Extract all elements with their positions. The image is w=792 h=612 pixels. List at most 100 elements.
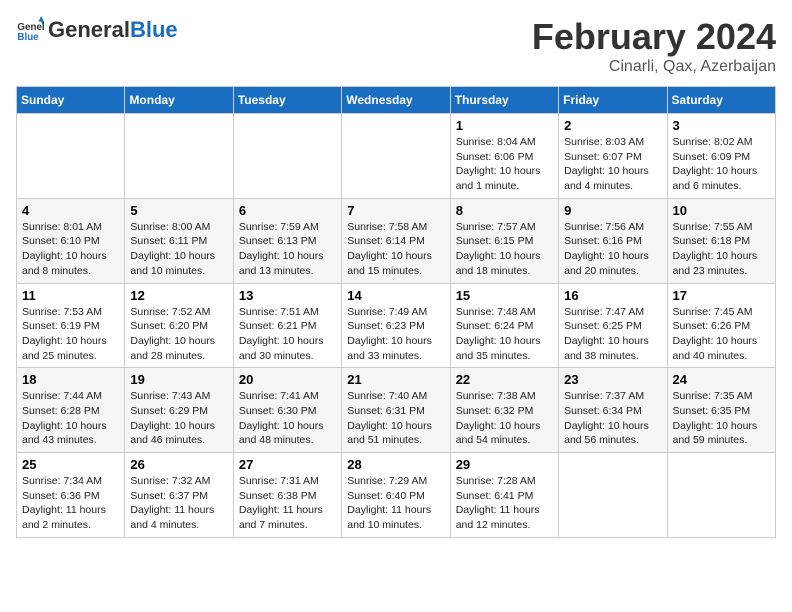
day-number: 26: [130, 457, 227, 472]
day-info: Sunrise: 7:53 AMSunset: 6:19 PMDaylight:…: [22, 305, 119, 364]
day-number: 6: [239, 203, 336, 218]
calendar-week-row: 4 Sunrise: 8:01 AMSunset: 6:10 PMDaylight…: [17, 198, 776, 283]
calendar-cell: 7Sunrise: 7:58 AMSunset: 6:14 PMDaylight…: [342, 198, 450, 283]
main-title: February 2024: [532, 16, 776, 58]
day-info: Sunrise: 7:34 AMSunset: 6:36 PMDaylight:…: [22, 474, 119, 533]
day-info: Sunrise: 7:47 AMSunset: 6:25 PMDaylight:…: [564, 305, 661, 364]
day-number: 21: [347, 372, 444, 387]
day-info: Sunrise: 8:03 AMSunset: 6:07 PMDaylight:…: [564, 135, 661, 194]
day-info: Sunrise: 7:38 AMSunset: 6:32 PMDaylight:…: [456, 389, 553, 448]
calendar-cell: 4 Sunrise: 8:01 AMSunset: 6:10 PMDaylight…: [17, 198, 125, 283]
day-info: Sunrise: 7:28 AMSunset: 6:41 PMDaylight:…: [456, 474, 553, 533]
day-info: Sunrise: 7:59 AMSunset: 6:13 PMDaylight:…: [239, 220, 336, 279]
calendar-cell: 12 Sunrise: 7:52 AMSunset: 6:20 PMDayligh…: [125, 283, 233, 368]
day-info: Sunrise: 7:43 AMSunset: 6:29 PMDaylight:…: [130, 389, 227, 448]
day-number: 23: [564, 372, 661, 387]
calendar-cell: 22 Sunrise: 7:38 AMSunset: 6:32 PMDayligh…: [450, 368, 558, 453]
calendar-cell: 26 Sunrise: 7:32 AMSunset: 6:37 PMDayligh…: [125, 453, 233, 538]
calendar-cell: [233, 114, 341, 199]
calendar-cell: 14 Sunrise: 7:49 AMSunset: 6:23 PMDayligh…: [342, 283, 450, 368]
day-number: 18: [22, 372, 119, 387]
calendar-cell: 28 Sunrise: 7:29 AMSunset: 6:40 PMDayligh…: [342, 453, 450, 538]
day-number: 22: [456, 372, 553, 387]
calendar-cell: [125, 114, 233, 199]
day-number: 14: [347, 288, 444, 303]
day-info: Sunrise: 7:37 AMSunset: 6:34 PMDaylight:…: [564, 389, 661, 448]
calendar-cell: 25 Sunrise: 7:34 AMSunset: 6:36 PMDayligh…: [17, 453, 125, 538]
day-number: 28: [347, 457, 444, 472]
day-info: Sunrise: 7:44 AMSunset: 6:28 PMDaylight:…: [22, 389, 119, 448]
day-number: 8: [456, 203, 553, 218]
day-info: Sunrise: 7:29 AMSunset: 6:40 PMDaylight:…: [347, 474, 444, 533]
calendar-cell: 1Sunrise: 8:04 AMSunset: 6:06 PMDaylight…: [450, 114, 558, 199]
day-info: Sunrise: 8:01 AMSunset: 6:10 PMDaylight:…: [22, 220, 119, 279]
calendar-cell: 5Sunrise: 8:00 AMSunset: 6:11 PMDaylight…: [125, 198, 233, 283]
calendar-cell: 18 Sunrise: 7:44 AMSunset: 6:28 PMDayligh…: [17, 368, 125, 453]
day-number: 3: [673, 118, 770, 133]
day-number: 17: [673, 288, 770, 303]
day-header: Wednesday: [342, 87, 450, 114]
calendar-cell: 3 Sunrise: 8:02 AMSunset: 6:09 PMDaylight…: [667, 114, 775, 199]
day-info: Sunrise: 7:49 AMSunset: 6:23 PMDaylight:…: [347, 305, 444, 364]
subtitle: Cinarli, Qax, Azerbaijan: [532, 58, 776, 76]
day-info: Sunrise: 7:35 AMSunset: 6:35 PMDaylight:…: [673, 389, 770, 448]
calendar-cell: 21 Sunrise: 7:40 AMSunset: 6:31 PMDayligh…: [342, 368, 450, 453]
calendar-cell: 17 Sunrise: 7:45 AMSunset: 6:26 PMDayligh…: [667, 283, 775, 368]
day-number: 4: [22, 203, 119, 218]
calendar-cell: 10Sunrise: 7:55 AMSunset: 6:18 PMDayligh…: [667, 198, 775, 283]
day-info: Sunrise: 7:45 AMSunset: 6:26 PMDaylight:…: [673, 305, 770, 364]
day-number: 2: [564, 118, 661, 133]
svg-text:Blue: Blue: [17, 32, 39, 43]
day-info: Sunrise: 7:51 AMSunset: 6:21 PMDaylight:…: [239, 305, 336, 364]
calendar-cell: 9Sunrise: 7:56 AMSunset: 6:16 PMDaylight…: [559, 198, 667, 283]
calendar-cell: 23 Sunrise: 7:37 AMSunset: 6:34 PMDayligh…: [559, 368, 667, 453]
day-number: 19: [130, 372, 227, 387]
day-info: Sunrise: 8:04 AMSunset: 6:06 PMDaylight:…: [456, 135, 553, 194]
calendar-week-row: 18 Sunrise: 7:44 AMSunset: 6:28 PMDayligh…: [17, 368, 776, 453]
day-info: Sunrise: 7:56 AMSunset: 6:16 PMDaylight:…: [564, 220, 661, 279]
calendar-header-row: SundayMondayTuesdayWednesdayThursdayFrid…: [17, 87, 776, 114]
day-info: Sunrise: 7:32 AMSunset: 6:37 PMDaylight:…: [130, 474, 227, 533]
calendar-body: 1Sunrise: 8:04 AMSunset: 6:06 PMDaylight…: [17, 114, 776, 538]
day-info: Sunrise: 7:40 AMSunset: 6:31 PMDaylight:…: [347, 389, 444, 448]
title-block: February 2024 Cinarli, Qax, Azerbaijan: [532, 16, 776, 76]
day-number: 5: [130, 203, 227, 218]
day-number: 13: [239, 288, 336, 303]
calendar-cell: 27 Sunrise: 7:31 AMSunset: 6:38 PMDayligh…: [233, 453, 341, 538]
day-header: Thursday: [450, 87, 558, 114]
day-number: 29: [456, 457, 553, 472]
calendar-cell: 24 Sunrise: 7:35 AMSunset: 6:35 PMDayligh…: [667, 368, 775, 453]
calendar-cell: 6 Sunrise: 7:59 AMSunset: 6:13 PMDaylight…: [233, 198, 341, 283]
logo-icon: General Blue: [16, 16, 44, 44]
calendar-cell: 2 Sunrise: 8:03 AMSunset: 6:07 PMDaylight…: [559, 114, 667, 199]
calendar-cell: 11Sunrise: 7:53 AMSunset: 6:19 PMDayligh…: [17, 283, 125, 368]
calendar-cell: 19 Sunrise: 7:43 AMSunset: 6:29 PMDayligh…: [125, 368, 233, 453]
day-number: 20: [239, 372, 336, 387]
day-info: Sunrise: 7:31 AMSunset: 6:38 PMDaylight:…: [239, 474, 336, 533]
day-header: Friday: [559, 87, 667, 114]
day-header: Tuesday: [233, 87, 341, 114]
day-number: 15: [456, 288, 553, 303]
calendar-week-row: 11Sunrise: 7:53 AMSunset: 6:19 PMDayligh…: [17, 283, 776, 368]
calendar-cell: [342, 114, 450, 199]
calendar-cell: 20Sunrise: 7:41 AMSunset: 6:30 PMDayligh…: [233, 368, 341, 453]
day-info: Sunrise: 7:57 AMSunset: 6:15 PMDaylight:…: [456, 220, 553, 279]
day-info: Sunrise: 7:55 AMSunset: 6:18 PMDaylight:…: [673, 220, 770, 279]
calendar-cell: 15 Sunrise: 7:48 AMSunset: 6:24 PMDayligh…: [450, 283, 558, 368]
calendar-week-row: 1Sunrise: 8:04 AMSunset: 6:06 PMDaylight…: [17, 114, 776, 199]
day-info: Sunrise: 8:02 AMSunset: 6:09 PMDaylight:…: [673, 135, 770, 194]
calendar-cell: [17, 114, 125, 199]
calendar-table: SundayMondayTuesdayWednesdayThursdayFrid…: [16, 86, 776, 538]
day-number: 12: [130, 288, 227, 303]
day-number: 27: [239, 457, 336, 472]
logo: General Blue GeneralBlue: [16, 16, 178, 44]
day-number: 25: [22, 457, 119, 472]
day-number: 24: [673, 372, 770, 387]
day-info: Sunrise: 7:52 AMSunset: 6:20 PMDaylight:…: [130, 305, 227, 364]
calendar-week-row: 25 Sunrise: 7:34 AMSunset: 6:36 PMDayligh…: [17, 453, 776, 538]
day-info: Sunrise: 7:48 AMSunset: 6:24 PMDaylight:…: [456, 305, 553, 364]
day-number: 16: [564, 288, 661, 303]
calendar-cell: 8 Sunrise: 7:57 AMSunset: 6:15 PMDaylight…: [450, 198, 558, 283]
calendar-cell: 29 Sunrise: 7:28 AMSunset: 6:41 PMDayligh…: [450, 453, 558, 538]
calendar-cell: [667, 453, 775, 538]
